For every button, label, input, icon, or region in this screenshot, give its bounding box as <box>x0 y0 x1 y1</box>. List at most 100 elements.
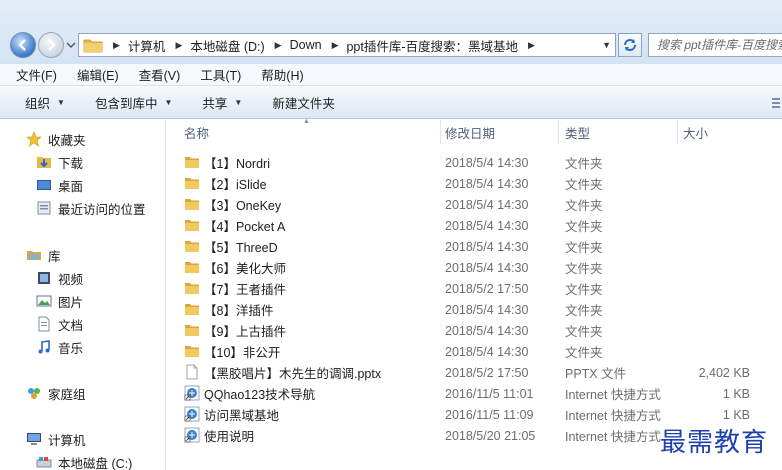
file-row[interactable]: 【6】美化大师 2018/5/4 14:30 文件夹 <box>166 257 782 278</box>
file-date-modified: 2018/5/4 14:30 <box>445 218 529 233</box>
file-row[interactable]: 【7】王者插件 2018/5/2 17:50 文件夹 <box>166 278 782 299</box>
file-row[interactable]: 【9】上古插件 2018/5/4 14:30 文件夹 <box>166 320 782 341</box>
caret-down-icon: ▼ <box>57 98 65 107</box>
nav-computer[interactable]: 计算机 <box>26 428 86 450</box>
breadcrumb-current-folder[interactable]: ppt插件库-百度搜索：黑域基地 <box>346 36 518 55</box>
file-row[interactable]: 【1】Nordri 2018/5/4 14:30 文件夹 <box>166 152 782 173</box>
folder-icon <box>185 304 199 315</box>
web-shortcut-icon <box>184 427 200 443</box>
new-folder-button[interactable]: 新建文件夹 <box>261 93 346 112</box>
address-dropdown-icon[interactable]: ▼ <box>602 40 611 50</box>
search-box[interactable] <box>648 33 782 57</box>
nav-local-disk-c[interactable]: 本地磁盘 (C:) <box>36 451 132 470</box>
folder-icon <box>185 241 199 252</box>
menu-tools[interactable]: 工具(T) <box>190 65 251 84</box>
nav-favorites-label: 收藏夹 <box>48 133 86 148</box>
file-row[interactable]: 【4】Pocket A 2018/5/4 14:30 文件夹 <box>166 215 782 236</box>
column-divider[interactable] <box>558 120 559 144</box>
file-date-modified: 2018/5/4 14:30 <box>445 344 529 359</box>
file-size: 2,402 KB <box>698 365 750 380</box>
breadcrumb-computer[interactable]: 计算机 <box>128 36 166 55</box>
star-icon <box>26 131 42 147</box>
file-row[interactable]: 【黑胶唱片】木先生的调调.pptx 2018/5/2 17:50 PPTX 文件 2,… <box>166 362 782 383</box>
menu-file[interactable]: 文件(F) <box>6 65 67 84</box>
nav-downloads[interactable]: 下载 <box>36 151 83 173</box>
include-in-library-button[interactable]: 包含到库中 ▼ <box>84 93 183 112</box>
column-date-modified[interactable]: 修改日期 <box>445 120 557 144</box>
nav-music[interactable]: 音乐 <box>36 336 83 358</box>
menu-help[interactable]: 帮助(H) <box>251 65 313 84</box>
file-name: QQhao123技术导航 <box>204 388 316 402</box>
crumb-separator-icon[interactable]: ▶ <box>275 40 282 51</box>
documents-icon <box>38 316 50 332</box>
breadcrumb-down[interactable]: Down <box>290 38 322 52</box>
file-row[interactable]: QQhao123技术导航 2016/11/5 11:01 Internet 快捷方式… <box>166 383 782 404</box>
recent-pages-dropdown-icon[interactable] <box>66 40 76 50</box>
file-name: 【5】ThreeD <box>204 241 278 255</box>
menu-bar: 文件(F) 编辑(E) 查看(V) 工具(T) 帮助(H) <box>0 64 782 86</box>
forward-button[interactable] <box>38 32 64 58</box>
folder-icon <box>185 178 199 189</box>
column-type-label: 类型 <box>565 126 591 141</box>
nav-music-label: 音乐 <box>58 341 84 356</box>
nav-computer-label: 计算机 <box>48 433 86 448</box>
file-date-modified: 2018/5/4 14:30 <box>445 176 529 191</box>
column-name[interactable]: 名称 <box>184 120 440 144</box>
file-row[interactable]: 【8】洋插件 2018/5/4 14:30 文件夹 <box>166 299 782 320</box>
file-name: 【7】王者插件 <box>204 283 286 297</box>
crumb-separator-icon[interactable]: ▶ <box>113 40 120 51</box>
nav-videos-label: 视频 <box>58 272 84 287</box>
breadcrumb-local-disk-d[interactable]: 本地磁盘 (D:) <box>190 36 264 55</box>
nav-libraries-label: 库 <box>48 249 61 264</box>
back-button[interactable] <box>10 32 36 58</box>
refresh-button[interactable] <box>618 33 642 57</box>
file-name: 【3】OneKey <box>204 199 282 213</box>
column-size-label: 大小 <box>683 126 709 141</box>
nav-documents[interactable]: 文档 <box>36 313 83 335</box>
file-name: 使用说明 <box>204 430 255 444</box>
nav-recent-places[interactable]: 最近访问的位置 <box>36 197 146 219</box>
view-options-icon[interactable] <box>770 95 782 111</box>
folder-icon <box>185 220 199 231</box>
column-divider[interactable] <box>440 120 441 144</box>
nav-videos[interactable]: 视频 <box>36 267 83 289</box>
file-name: 【4】Pocket A <box>204 220 286 234</box>
file-date-modified: 2018/5/20 21:05 <box>445 428 536 443</box>
folder-icon <box>185 325 199 336</box>
file-row[interactable]: 【2】iSlide 2018/5/4 14:30 文件夹 <box>166 173 782 194</box>
file-type: 文件夹 <box>565 346 603 360</box>
nav-homegroup-label: 家庭组 <box>48 387 86 402</box>
file-type: Internet 快捷方式 <box>565 430 661 444</box>
nav-pictures[interactable]: 图片 <box>36 290 83 312</box>
crumb-separator-icon[interactable]: ▶ <box>528 40 535 51</box>
menu-view[interactable]: 查看(V) <box>129 65 191 84</box>
file-name: 【2】iSlide <box>204 178 267 192</box>
nav-desktop-label: 桌面 <box>58 179 84 194</box>
column-size[interactable]: 大小 <box>683 120 773 144</box>
share-button[interactable]: 共享 ▼ <box>191 93 253 112</box>
file-name: 【1】Nordri <box>204 157 270 171</box>
crumb-separator-icon[interactable]: ▶ <box>332 40 339 51</box>
address-toolbar: ▶ 计算机 ▶ 本地磁盘 (D:) ▶ Down ▶ ppt插件库-百度搜索：黑… <box>0 0 782 64</box>
address-box[interactable]: ▶ 计算机 ▶ 本地磁盘 (D:) ▶ Down ▶ ppt插件库-百度搜索：黑… <box>78 33 616 57</box>
column-divider[interactable] <box>677 120 678 144</box>
nav-downloads-label: 下载 <box>58 156 84 171</box>
crumb-separator-icon[interactable]: ▶ <box>175 40 182 51</box>
nav-libraries[interactable]: 库 <box>26 244 61 266</box>
column-type[interactable]: 类型 <box>565 120 677 144</box>
file-type: 文件夹 <box>565 241 603 255</box>
file-row[interactable]: 【3】OneKey 2018/5/4 14:30 文件夹 <box>166 194 782 215</box>
file-date-modified: 2018/5/4 14:30 <box>445 155 529 170</box>
file-type: 文件夹 <box>565 262 603 276</box>
nav-homegroup[interactable]: 家庭组 <box>26 382 86 404</box>
menu-edit[interactable]: 编辑(E) <box>67 65 129 84</box>
nav-desktop[interactable]: 桌面 <box>36 174 83 196</box>
pictures-icon <box>36 295 52 307</box>
nav-recent-label: 最近访问的位置 <box>58 202 146 217</box>
file-row[interactable]: 【5】ThreeD 2018/5/4 14:30 文件夹 <box>166 236 782 257</box>
file-row[interactable]: 【10】非公开 2018/5/4 14:30 文件夹 <box>166 341 782 362</box>
organize-button[interactable]: 组织 ▼ <box>14 93 76 112</box>
web-shortcut-icon <box>184 385 200 401</box>
nav-favorites[interactable]: 收藏夹 <box>26 128 86 150</box>
search-input[interactable] <box>657 38 782 52</box>
